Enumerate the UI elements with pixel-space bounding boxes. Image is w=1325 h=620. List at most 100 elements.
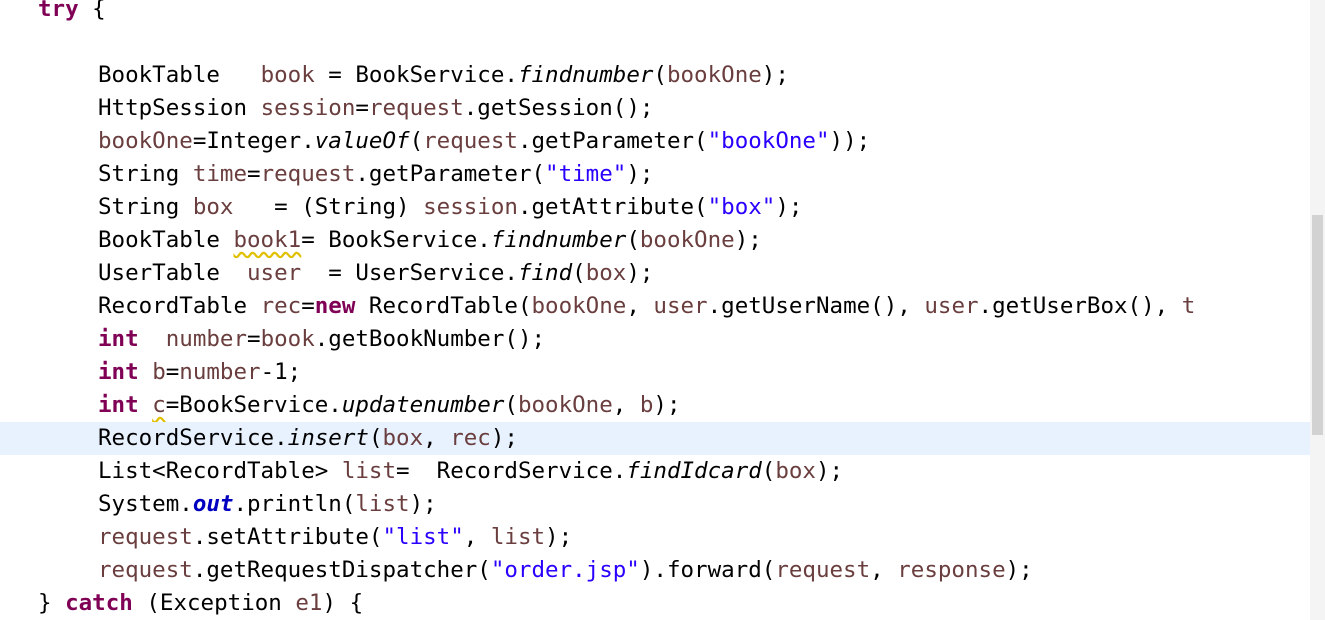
static-method-token: findIdcard <box>626 458 762 484</box>
variable-token: b <box>639 392 654 418</box>
code-token: , <box>870 557 898 583</box>
variable-token: request <box>260 161 356 187</box>
code-line[interactable]: BookTable book1= BookService.findnumber(… <box>0 224 1310 257</box>
code-text: String time=request.getParameter("time")… <box>98 158 653 191</box>
code-text: System.out.println(list); <box>98 488 437 521</box>
code-token: =BookService. <box>165 392 342 418</box>
code-token: ); <box>409 491 437 517</box>
variable-token: list <box>490 524 546 550</box>
code-token: )); <box>829 128 871 154</box>
static-method-token: updatenumber <box>341 392 505 418</box>
code-token: , <box>463 524 491 550</box>
code-token: System. <box>98 491 193 517</box>
vertical-scrollbar[interactable] <box>1310 0 1325 620</box>
code-line[interactable]: int b=number-1; <box>0 356 1310 389</box>
keyword-token: try <box>38 0 79 22</box>
code-token: .getUserBox(), <box>978 293 1182 319</box>
variable-token: number <box>179 359 261 385</box>
code-token: RecordTable <box>98 293 261 319</box>
code-token: ); <box>626 260 654 286</box>
code-line[interactable]: try { <box>0 0 1310 26</box>
code-line[interactable]: String box = (String) session.getAttribu… <box>0 191 1310 224</box>
code-text: String box = (String) session.getAttribu… <box>98 191 802 224</box>
code-token: =Integer. <box>192 128 315 154</box>
code-text: HttpSession session=request.getSession()… <box>98 92 653 125</box>
code-token: ); <box>490 425 518 451</box>
code-editor[interactable]: try { BookTable book = BookService.findnu… <box>0 0 1310 620</box>
code-line[interactable]: } catch (Exception e1) { <box>0 587 1310 620</box>
code-token: ( <box>368 425 383 451</box>
code-token: ); <box>1005 557 1033 583</box>
string-literal: "box" <box>707 194 776 220</box>
code-token: String <box>98 161 193 187</box>
variable-token: book1 <box>233 227 302 253</box>
code-token: ( <box>653 62 667 88</box>
code-token: { <box>78 0 106 22</box>
code-text: List<RecordTable> list= RecordService.fi… <box>98 455 843 488</box>
code-text: RecordTable rec=new RecordTable(bookOne,… <box>98 290 1195 323</box>
variable-token: request <box>423 128 518 154</box>
variable-token: bookOne <box>639 227 735 253</box>
code-line[interactable]: BookTable book = BookService.findnumber(… <box>0 59 1310 92</box>
code-token: .setAttribute( <box>192 524 383 550</box>
code-token: .getRequestDispatcher( <box>192 557 491 583</box>
code-text: RecordService.insert(box, rec); <box>98 422 518 455</box>
code-token: .getParameter( <box>355 161 546 187</box>
code-text: bookOne=Integer.valueOf(request.getParam… <box>98 125 870 158</box>
code-token: List<RecordTable> <box>98 458 342 484</box>
code-text: int b=number-1; <box>98 356 301 389</box>
code-token: = <box>247 326 261 352</box>
code-line[interactable]: int c=BookService.updatenumber(bookOne, … <box>0 389 1310 422</box>
keyword-token: int <box>98 326 139 352</box>
code-line[interactable]: String time=request.getParameter("time")… <box>0 158 1310 191</box>
code-text: BookTable book = BookService.findnumber(… <box>98 59 789 92</box>
code-line[interactable]: RecordTable rec=new RecordTable(bookOne,… <box>0 290 1310 323</box>
variable-token: rec <box>260 293 302 319</box>
variable-token: bookOne <box>98 128 193 154</box>
code-line[interactable]: request.setAttribute("list", list); <box>0 521 1310 554</box>
variable-token: request <box>775 557 871 583</box>
code-line[interactable]: bookOne=Integer.valueOf(request.getParam… <box>0 125 1310 158</box>
code-text: int c=BookService.updatenumber(bookOne, … <box>98 389 681 422</box>
code-text: request.setAttribute("list", list); <box>98 521 572 554</box>
code-token: (Exception <box>132 590 296 616</box>
code-text: request.getRequestDispatcher("order.jsp"… <box>98 554 1033 587</box>
code-token: .getAttribute( <box>517 194 708 220</box>
current-code-line[interactable]: RecordService.insert(box, rec); <box>0 422 1310 455</box>
code-line[interactable]: HttpSession session=request.getSession()… <box>0 92 1310 125</box>
variable-token: box <box>585 260 627 286</box>
code-line[interactable]: System.out.println(list); <box>0 488 1310 521</box>
variable-token: bookOne <box>517 392 613 418</box>
scrollbar-thumb[interactable] <box>1312 215 1323 435</box>
code-line[interactable]: List<RecordTable> list= RecordService.fi… <box>0 455 1310 488</box>
code-line[interactable] <box>0 26 1310 59</box>
code-token: .println( <box>233 491 356 517</box>
variable-token: number <box>165 326 248 352</box>
code-token: ( <box>504 392 518 418</box>
static-method-token: insert <box>287 425 369 451</box>
code-token: ( <box>409 128 424 154</box>
code-token: = UserService. <box>301 260 518 286</box>
code-line[interactable]: UserTable user = UserService.find(box); <box>0 257 1310 290</box>
code-token: ( <box>626 227 640 253</box>
static-method-token: findnumber <box>490 227 627 253</box>
code-line[interactable]: request.getRequestDispatcher("order.jsp"… <box>0 554 1310 587</box>
code-token: ); <box>626 161 654 187</box>
code-token: = <box>247 161 261 187</box>
variable-token: user <box>924 293 979 319</box>
code-token: ( <box>572 260 586 286</box>
code-line[interactable]: int number=book.getBookNumber(); <box>0 323 1310 356</box>
variable-token: time <box>192 161 248 187</box>
keyword-token: catch <box>65 590 133 616</box>
code-token: ); <box>545 524 573 550</box>
variable-token: box <box>192 194 234 220</box>
code-text: UserTable user = UserService.find(box); <box>98 257 653 290</box>
code-token: ); <box>653 392 681 418</box>
code-token: HttpSession <box>98 95 261 121</box>
code-token: RecordService. <box>98 425 288 451</box>
code-token: UserTable <box>98 260 248 286</box>
code-token: , <box>612 392 640 418</box>
code-token: } <box>38 590 66 616</box>
